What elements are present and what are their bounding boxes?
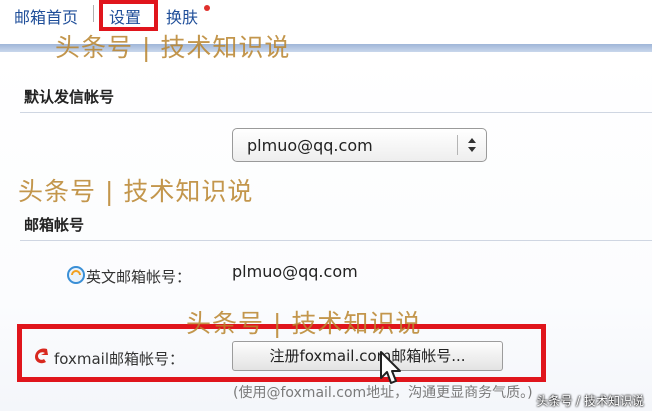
nav-skin-link[interactable]: 换肤 [166,4,198,28]
watermark-corner-text: 头条号 / 技术知识说 [536,394,644,408]
default-sender-title: 默认发信帐号 [24,88,115,106]
accounts-title: 邮箱帐号 [24,216,85,234]
watermark-text: 头条号 | 技术知识说 [186,309,422,338]
updown-arrows-icon [468,138,476,152]
english-account-value: plmuo@qq.com [232,262,358,281]
section-divider [20,112,652,113]
mouse-cursor-icon [380,351,401,384]
watermark-text: 头条号 | 技术知识说 [55,33,291,62]
qq-mail-icon [67,266,85,284]
section-divider [20,240,652,241]
default-sender-select[interactable]: plmuo@qq.com [232,128,487,162]
watermark-text: 头条号 | 技术知识说 [18,177,254,206]
settings-highlight-box [99,0,158,31]
english-account-label: 英文邮箱帐号： [86,268,192,286]
default-sender-select-value: plmuo@qq.com [247,136,373,155]
new-dot-badge [204,5,210,11]
nav-separator [93,5,94,22]
nav-mail-home-link[interactable]: 邮箱首页 [14,4,78,28]
select-separator [457,135,458,155]
